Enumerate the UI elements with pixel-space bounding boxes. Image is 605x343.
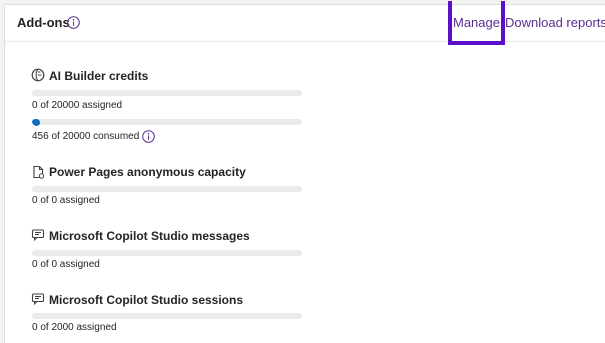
document-page-icon xyxy=(33,165,45,179)
assigned-progress-bar xyxy=(32,90,302,96)
card-title: Add-ons xyxy=(17,15,70,30)
assigned-caption: 0 of 0 assigned xyxy=(32,195,100,206)
chat-icon xyxy=(31,229,45,242)
section-title-ai-builder: AI Builder credits xyxy=(49,69,149,83)
consumed-caption: 456 of 20000 consumed xyxy=(32,131,140,142)
assigned-caption: 0 of 0 assigned xyxy=(32,259,100,270)
info-icon[interactable] xyxy=(67,16,80,29)
section-title-power-pages: Power Pages anonymous capacity xyxy=(49,165,246,179)
section-title-copilot-sessions: Microsoft Copilot Studio sessions xyxy=(49,293,244,307)
download-reports-link[interactable]: Download reports xyxy=(505,15,605,30)
card-header: Add-ons Manage Download reports xyxy=(5,1,605,45)
addons-card: Add-ons Manage Download reports AI Build… xyxy=(4,1,605,343)
ai-builder-icon xyxy=(31,68,45,82)
consumed-progress-marker xyxy=(33,118,40,126)
assigned-progress-bar xyxy=(32,186,302,192)
section-title-copilot-messages: Microsoft Copilot Studio messages xyxy=(49,229,250,243)
assigned-caption: 0 of 20000 assigned xyxy=(32,100,123,111)
assigned-caption: 0 of 2000 assigned xyxy=(32,322,117,333)
chat-icon xyxy=(31,293,45,306)
info-icon[interactable] xyxy=(142,130,155,143)
assigned-progress-bar xyxy=(32,313,302,319)
manage-link[interactable]: Manage xyxy=(448,1,505,45)
assigned-progress-bar xyxy=(32,250,302,256)
consumed-progress-bar xyxy=(32,119,302,125)
